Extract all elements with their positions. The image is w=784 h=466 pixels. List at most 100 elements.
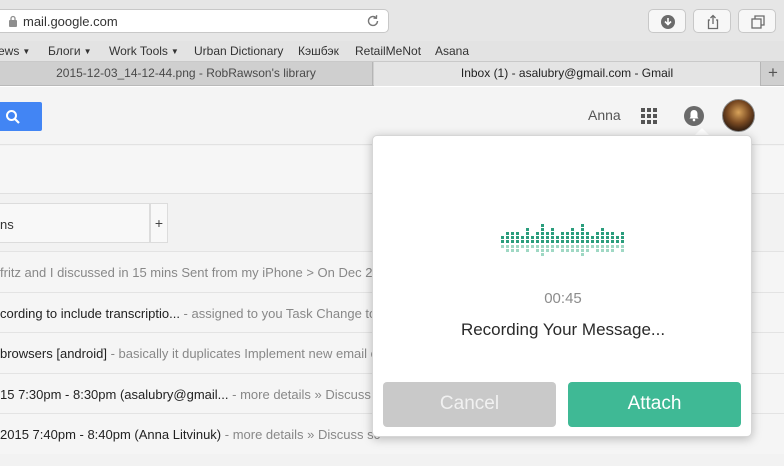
add-category-button[interactable]: + <box>150 203 168 243</box>
wave-reflection-dot <box>506 245 509 248</box>
wave-reflection-dot <box>581 253 584 256</box>
wave-dot <box>521 236 524 239</box>
wave-dot <box>566 240 569 243</box>
wave-reflection-dot <box>571 249 574 252</box>
wave-dot <box>611 236 614 239</box>
wave-reflection-dot <box>616 245 619 248</box>
wave-dot <box>571 228 574 231</box>
notification-bell-icon[interactable] <box>684 106 704 126</box>
wave-reflection-dot <box>526 249 529 252</box>
wave-reflection-dot <box>521 245 524 248</box>
wave-dot <box>516 232 519 235</box>
wave-dot <box>576 232 579 235</box>
search-icon <box>6 110 20 124</box>
wave-reflection-dot <box>581 249 584 252</box>
wave-dot <box>591 236 594 239</box>
wave-dot <box>621 240 624 243</box>
cancel-button[interactable]: Cancel <box>383 382 556 427</box>
wave-dot <box>621 232 624 235</box>
wave-reflection-dot <box>566 245 569 248</box>
download-icon <box>661 15 675 29</box>
bookmark-news[interactable]: ews ▼ <box>0 44 30 58</box>
wave-reflection-dot <box>606 245 609 248</box>
wave-dot <box>586 236 589 239</box>
wave-dot <box>506 232 509 235</box>
wave-dot <box>601 236 604 239</box>
tab-robrawson-library[interactable]: 2015-12-03_14-12-44.png - RobRawson's li… <box>0 62 373 86</box>
recording-timer: 00:45 <box>544 290 582 307</box>
user-name[interactable]: Anna <box>588 107 621 123</box>
wave-dot <box>526 240 529 243</box>
chevron-down-icon: ▼ <box>22 47 31 56</box>
wave-reflection-dot <box>546 249 549 252</box>
wave-dot <box>556 240 559 243</box>
share-button[interactable] <box>693 9 731 33</box>
chevron-down-icon: ▼ <box>170 47 179 56</box>
bookmark-work-tools[interactable]: Work Tools ▼ <box>109 44 179 58</box>
bookmark-asana[interactable]: Asana <box>435 44 469 58</box>
wave-dot <box>566 236 569 239</box>
wave-reflection-dot <box>601 249 604 252</box>
wave-dot <box>581 224 584 227</box>
wave-reflection-dot <box>551 249 554 252</box>
wave-dot <box>606 236 609 239</box>
bookmark-blogs[interactable]: Блоги ▼ <box>48 44 92 58</box>
tab-notifications[interactable]: ns <box>0 203 150 243</box>
bookmarks-bar: ews ▼ Блоги ▼ Work Tools ▼ Urban Dictionary… <box>0 41 784 62</box>
tab-gmail-inbox[interactable]: Inbox (1) - asalubry@gmail.com - Gmail <box>374 62 761 86</box>
wave-dot <box>516 236 519 239</box>
tab-bar: 2015-12-03_14-12-44.png - RobRawson's li… <box>0 62 784 86</box>
apps-grid-icon[interactable] <box>641 108 657 124</box>
wave-dot <box>566 232 569 235</box>
wave-dot <box>561 232 564 235</box>
wave-dot <box>586 232 589 235</box>
tab-label: ns <box>0 217 14 232</box>
wave-reflection-dot <box>611 249 614 252</box>
wave-reflection-dot <box>511 249 514 252</box>
avatar[interactable] <box>722 99 755 132</box>
wave-dot <box>551 236 554 239</box>
downloads-button[interactable] <box>648 9 686 33</box>
wave-reflection-dot <box>611 245 614 248</box>
wave-dot <box>516 240 519 243</box>
wave-reflection-dot <box>566 249 569 252</box>
address-bar[interactable]: mail.google.com <box>0 9 389 33</box>
wave-reflection-dot <box>556 245 559 248</box>
wave-dot <box>596 236 599 239</box>
wave-dot <box>591 240 594 243</box>
wave-dot <box>546 240 549 243</box>
wave-dot <box>546 232 549 235</box>
bookmark-urban-dictionary[interactable]: Urban Dictionary <box>194 44 283 58</box>
wave-dot <box>581 232 584 235</box>
wave-dot <box>506 240 509 243</box>
wave-dot <box>616 236 619 239</box>
attach-button[interactable]: Attach <box>568 382 741 427</box>
bookmark-retailmenot[interactable]: RetailMeNot <box>355 44 421 58</box>
lock-icon <box>9 15 17 27</box>
wave-dot <box>526 232 529 235</box>
wave-dot <box>541 240 544 243</box>
wave-reflection-dot <box>591 245 594 248</box>
wave-reflection-dot <box>586 245 589 248</box>
wave-dot <box>581 228 584 231</box>
search-button[interactable] <box>0 102 42 131</box>
wave-dot <box>551 240 554 243</box>
wave-dot <box>596 232 599 235</box>
wave-dot <box>551 232 554 235</box>
reload-icon[interactable] <box>364 12 382 30</box>
wave-dot <box>536 236 539 239</box>
new-tab-button[interactable]: + <box>762 62 784 86</box>
chevron-down-icon: ▼ <box>83 47 92 56</box>
wave-dot <box>601 228 604 231</box>
recording-status: Recording Your Message... <box>460 320 666 339</box>
wave-dot <box>541 228 544 231</box>
wave-reflection-dot <box>551 245 554 248</box>
wave-reflection-dot <box>586 249 589 252</box>
tabs-overview-button[interactable] <box>738 9 776 33</box>
wave-reflection-dot <box>536 245 539 248</box>
wave-dot <box>541 236 544 239</box>
tabs-icon <box>751 15 765 29</box>
wave-dot <box>576 240 579 243</box>
wave-reflection-dot <box>506 249 509 252</box>
bookmark-cashback[interactable]: Кэшбэк <box>298 44 339 58</box>
